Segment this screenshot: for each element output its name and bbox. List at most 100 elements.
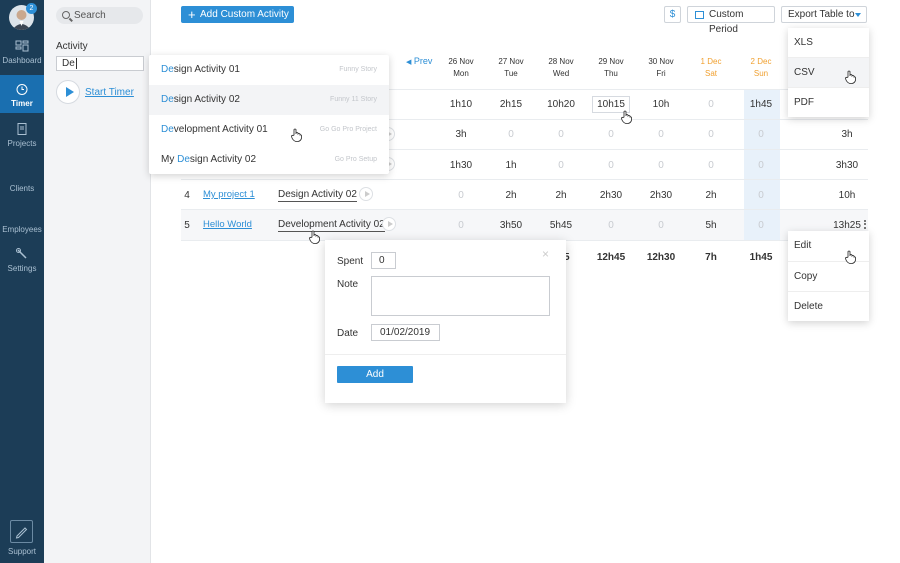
time-cell[interactable]: 2h xyxy=(686,190,736,201)
sidebar-item-label: Timer xyxy=(11,99,33,108)
date-input[interactable]: 01/02/2019 xyxy=(371,324,440,341)
play-activity-button[interactable] xyxy=(382,217,396,231)
project-link[interactable]: Hello World xyxy=(203,219,252,230)
time-cell[interactable]: 0 xyxy=(586,220,636,231)
time-cell[interactable]: 0 xyxy=(636,129,686,140)
currency-button[interactable]: $ xyxy=(664,6,681,23)
option-project: Funny Story xyxy=(339,66,377,73)
delete-menu-item[interactable]: Delete xyxy=(788,291,869,321)
match-text: De xyxy=(161,64,174,75)
match-text: De xyxy=(161,94,174,105)
sidebar-item-settings[interactable]: Settings xyxy=(0,248,44,278)
time-cell[interactable]: 2h30 xyxy=(636,190,686,201)
note-label: Note xyxy=(337,279,359,290)
activity-name[interactable]: Design Activity 02 xyxy=(278,189,357,202)
time-cell[interactable]: 0 xyxy=(686,99,736,110)
time-cell[interactable]: 0 xyxy=(736,190,786,201)
export-xls[interactable]: XLS xyxy=(788,28,869,58)
time-cell[interactable]: 0 xyxy=(536,160,586,171)
close-icon[interactable]: × xyxy=(542,248,552,260)
more-options-icon[interactable] xyxy=(864,220,866,229)
time-cell[interactable]: 3h50 xyxy=(486,220,536,231)
day-header-mon: 26 Nov Mon xyxy=(436,56,486,80)
sidebar-item-projects[interactable]: Projects xyxy=(0,123,44,153)
autocomplete-option[interactable]: Design Activity 01 Funny Story xyxy=(149,55,389,85)
option-project: Go Go Pro Project xyxy=(319,126,377,133)
time-cell[interactable]: 0 xyxy=(436,220,486,231)
time-cell[interactable]: 0 xyxy=(736,220,786,231)
time-cell[interactable]: 0 xyxy=(586,160,636,171)
autocomplete-option[interactable]: Design Activity 02 Funny 11 Story xyxy=(149,85,389,115)
search-input[interactable]: Search xyxy=(56,7,143,24)
time-cell[interactable]: 0 xyxy=(486,129,536,140)
project-link[interactable]: My project 1 xyxy=(203,189,255,200)
time-cell[interactable]: 10h20 xyxy=(536,99,586,110)
time-cell[interactable]: 0 xyxy=(586,129,636,140)
time-cell[interactable]: 0 xyxy=(436,190,486,201)
play-button[interactable] xyxy=(56,80,80,104)
search-icon xyxy=(62,11,70,19)
total-cell: 7h xyxy=(705,252,717,263)
notification-badge: 2 xyxy=(26,3,37,14)
activity-input[interactable]: De xyxy=(56,56,144,71)
export-pdf[interactable]: PDF xyxy=(788,87,869,117)
day-name: Tue xyxy=(504,69,518,78)
option-project: Funny 11 Story xyxy=(330,96,377,103)
wrench-icon xyxy=(16,248,27,259)
time-cell[interactable]: 2h15 xyxy=(486,99,536,110)
spent-label: Spent xyxy=(337,256,364,267)
sidebar-item-clients[interactable]: Clients xyxy=(0,184,44,198)
time-cell[interactable]: 0 xyxy=(686,160,736,171)
time-cell[interactable]: 10h xyxy=(636,99,686,110)
time-cell[interactable]: 0 xyxy=(736,129,786,140)
custom-period-button[interactable]: Custom Period xyxy=(687,6,775,35)
day-header-sat: 1 Dec Sat xyxy=(686,56,736,80)
support-button[interactable] xyxy=(10,520,33,543)
sidebar-item-dashboard[interactable]: Dashboard xyxy=(0,40,44,70)
time-cell[interactable]: 1h30 xyxy=(436,160,486,171)
time-cell[interactable]: 1h xyxy=(486,160,536,171)
day-name: Wed xyxy=(552,69,570,78)
date-label: Date xyxy=(337,328,359,339)
time-cell[interactable]: 0 xyxy=(686,129,736,140)
start-timer-link[interactable]: Start Timer xyxy=(85,87,134,98)
add-button[interactable]: Add xyxy=(337,366,413,383)
time-cell[interactable]: 5h45 xyxy=(536,220,586,231)
time-cell[interactable]: 0 xyxy=(736,160,786,171)
autocomplete-option[interactable]: My Design Activity 02 Go Pro Setup xyxy=(149,145,389,175)
export-table-button[interactable]: Export Table to xyxy=(781,6,867,23)
hand-cursor-icon xyxy=(291,128,302,142)
time-cell[interactable]: 2h30 xyxy=(586,190,636,201)
total-cell: 12h30 xyxy=(646,252,676,263)
export-csv[interactable]: CSV xyxy=(788,57,869,87)
time-cell[interactable]: 0 xyxy=(536,129,586,140)
copy-menu-item[interactable]: Copy xyxy=(788,261,869,291)
time-cell[interactable]: 2h xyxy=(486,190,536,201)
sidebar-item-timer[interactable]: Timer xyxy=(0,75,44,113)
match-text: De xyxy=(177,154,190,165)
time-cell[interactable]: 0 xyxy=(636,220,686,231)
activity-name[interactable]: Development Activity 02 xyxy=(278,219,385,232)
caret-down-icon xyxy=(855,13,861,17)
sidebar-item-label: Clients xyxy=(9,184,35,193)
time-cell[interactable]: 2h xyxy=(536,190,586,201)
note-textarea[interactable] xyxy=(371,276,550,316)
time-cell[interactable]: 0 xyxy=(636,160,686,171)
sidebar-item-employees[interactable]: Employees xyxy=(0,225,44,239)
play-activity-button[interactable] xyxy=(359,187,373,201)
time-cell[interactable]: 3h xyxy=(436,129,486,140)
autocomplete-option[interactable]: Development Activity 01 Go Go Pro Project xyxy=(149,115,389,145)
spent-input[interactable]: 0 xyxy=(371,252,396,269)
time-cell[interactable]: 1h10 xyxy=(436,99,486,110)
add-custom-activity-button[interactable]: Add Custom Activity xyxy=(181,6,294,23)
time-cell[interactable]: 1h45 xyxy=(736,99,786,110)
day-header-tue: 27 Nov Tue xyxy=(486,56,536,80)
day-name: Sun xyxy=(753,69,769,78)
match-prefix: My xyxy=(161,154,178,165)
prev-week-button[interactable]: ◀ Prev xyxy=(406,56,432,66)
day-date: 30 Nov xyxy=(648,57,674,66)
edit-menu-item[interactable]: Edit xyxy=(788,231,869,261)
hand-cursor-icon xyxy=(845,70,856,84)
time-cell[interactable]: 5h xyxy=(686,220,736,231)
day-name: Sat xyxy=(704,69,717,78)
